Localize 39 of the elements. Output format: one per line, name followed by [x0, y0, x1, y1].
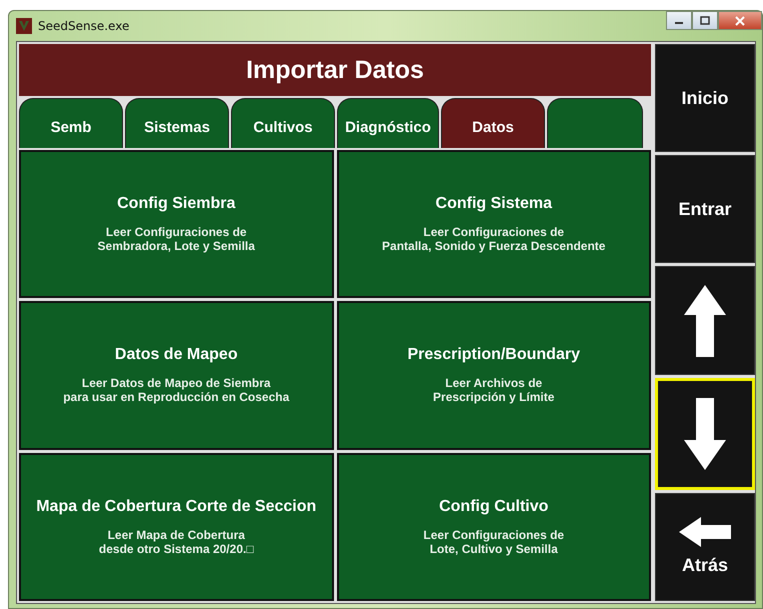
- option-description: Leer Configuraciones de Lote, Cultivo y Semilla: [423, 528, 564, 556]
- import-option-tile[interactable]: Prescription/Boundary Leer Archivos de Prescripción y Límite: [336, 301, 651, 450]
- option-title: Mapa de Cobertura Corte de Seccion: [36, 498, 316, 516]
- tab[interactable]: Semb: [19, 98, 123, 148]
- left-arrow-icon: [679, 517, 731, 548]
- option-description: Leer Datos de Mapeo de Siembra para usar en Reproducción en Cosecha: [63, 376, 290, 404]
- nav-button[interactable]: Entrar: [655, 155, 755, 264]
- up-button[interactable]: [655, 266, 755, 375]
- tab[interactable]: Diagnóstico: [337, 98, 439, 148]
- option-title: Config Siembra: [117, 195, 236, 214]
- close-icon: [734, 16, 746, 26]
- close-button[interactable]: [718, 11, 762, 30]
- app-icon: [16, 18, 32, 34]
- maximize-button[interactable]: [692, 11, 718, 30]
- maximize-icon: [700, 16, 710, 25]
- tab[interactable]: Datos: [441, 98, 545, 148]
- up-arrow-icon: [684, 284, 726, 356]
- option-description: Leer Archivos de Prescripción y Límite: [433, 376, 554, 404]
- import-option-tile[interactable]: Mapa de Cobertura Corte de Seccion Leer Mapa de Cobertura desde otro Sistema 20/20.□: [19, 452, 334, 601]
- option-title: Prescription/Boundary: [408, 346, 580, 364]
- down-button[interactable]: [655, 378, 755, 490]
- down-arrow-icon: [684, 398, 726, 470]
- window-title: SeedSense.exe: [38, 19, 130, 33]
- option-description: Leer Mapa de Cobertura desde otro Sistema 20/20.□: [98, 528, 254, 556]
- import-option-tile[interactable]: Config Siembra Leer Configuraciones de Sembradora, Lote y Semilla: [19, 150, 334, 298]
- tab[interactable]: Sistemas: [125, 98, 229, 148]
- back-button[interactable]: Atrás: [655, 492, 755, 602]
- option-description: Leer Configuraciones de Pantalla, Sonido y Fuerza Descendente: [382, 225, 606, 254]
- option-title: Config Cultivo: [439, 498, 548, 516]
- minimize-button[interactable]: [666, 11, 692, 30]
- screen-title: Importar Datos: [19, 44, 651, 96]
- tab[interactable]: Cultivos: [231, 98, 335, 148]
- import-option-tile[interactable]: Config Cultivo Leer Configuraciones de Lote, Cultivo y Semilla: [336, 452, 651, 601]
- option-title: Config Sistema: [436, 195, 552, 214]
- import-option-tile[interactable]: Datos de Mapeo Leer Datos de Mapeo de Siembra para usar en Reproducción en Cosecha: [19, 301, 334, 450]
- option-description: Leer Configuraciones de Sembradora, Lote y Semilla: [98, 225, 255, 254]
- import-option-tile[interactable]: Config Sistema Leer Configuraciones de Pantalla, Sonido y Fuerza Descendente: [336, 150, 651, 298]
- nav-button[interactable]: Inicio: [655, 44, 755, 152]
- option-title: Datos de Mapeo: [114, 346, 238, 364]
